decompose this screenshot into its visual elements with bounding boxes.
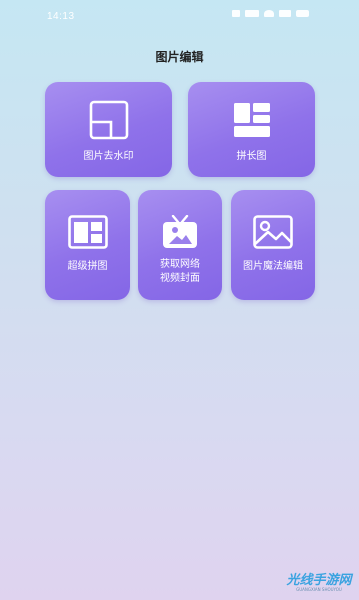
video-cover-label-line2: 视频封面 [160,273,200,284]
watermark-logo-text: 光线手游网 [286,573,352,588]
remove-watermark-button[interactable]: 图片去水印 [45,82,172,177]
image-magic-edit-icon [253,215,293,253]
long-collage-icon [233,103,270,141]
image-magic-edit-button[interactable]: 图片魔法编辑 [231,190,315,300]
data-icon [245,10,259,17]
long-collage-label: 拼长图 [236,151,267,162]
super-collage-button[interactable]: 超级拼图 [45,190,130,300]
site-watermark-logo: 光线手游网 GUANGXIAN SHOUYOU [286,566,352,596]
video-cover-button[interactable]: 获取网络 视频封面 [138,190,222,300]
super-collage-label: 超级拼图 [67,261,108,272]
remove-watermark-icon [89,100,129,144]
status-bar: 14:13 [0,0,359,26]
video-cover-label-line1: 获取网络 [160,259,200,270]
wifi-icon [279,10,291,17]
long-collage-button[interactable]: 拼长图 [188,82,315,177]
super-collage-icon [67,215,108,253]
page-title: 图片编辑 [155,50,204,64]
video-cover-icon [162,214,198,253]
battery-icon [296,10,309,17]
signal-icon [264,10,274,17]
status-time: 14:13 [47,11,75,22]
notification-icon [232,10,240,17]
remove-watermark-label: 图片去水印 [83,151,134,162]
watermark-logo-subtext: GUANGXIAN SHOUYOU [296,587,342,592]
status-icons [232,10,309,17]
image-magic-edit-label: 图片魔法编辑 [243,261,303,272]
